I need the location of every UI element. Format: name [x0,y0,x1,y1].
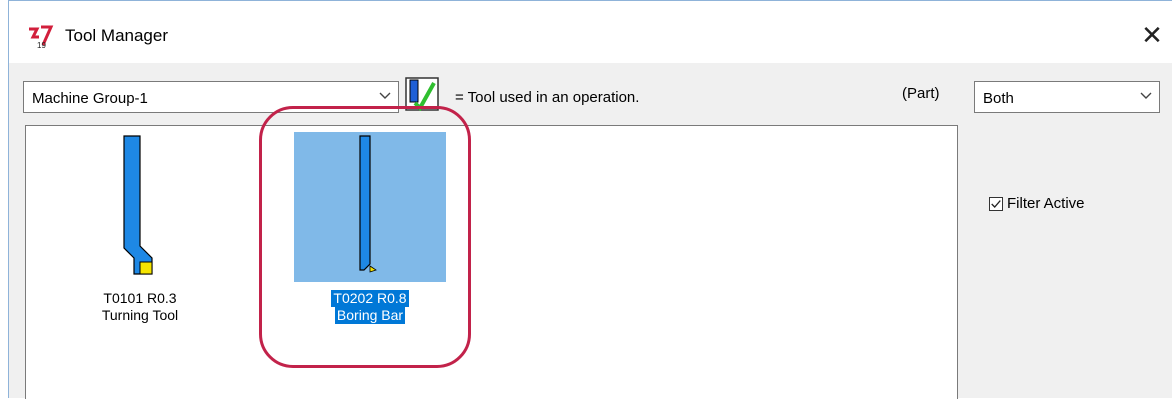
filter-mode-select[interactable]: Both [974,81,1160,113]
tool-caption: T0101 R0.3 Turning Tool [64,290,216,324]
turning-tool-icon [123,135,153,275]
tool-list[interactable]: T0101 R0.3 Turning Tool T0202 R0.8 Borin… [25,125,958,399]
close-icon[interactable]: ✕ [1138,21,1166,49]
tool-manager-window: 19 Tool Manager ✕ Machine Group-1 = Tool… [8,0,1172,399]
filter-mode-value: Both [983,90,1014,107]
tool-name-label: Turning Tool [101,307,179,323]
legend-text: = Tool used in an operation. [455,89,640,106]
chevron-down-icon [1140,92,1152,99]
filter-active-label: Filter Active [1007,195,1085,212]
tool-image [64,132,216,282]
checkbox-box[interactable] [989,196,1003,211]
svg-text:19: 19 [37,41,46,49]
filter-active-checkbox[interactable]: Filter Active [989,195,1085,212]
mastercam-logo-icon: 19 [29,25,54,49]
highlight-annotation-ring [259,106,471,368]
tool-number-label: T0101 R0.3 [103,290,177,306]
machine-group-value: Machine Group-1 [32,90,148,107]
tool-item-t0101[interactable]: T0101 R0.3 Turning Tool [64,132,216,324]
checkmark-icon [991,199,1001,208]
window-title: Tool Manager [65,26,169,45]
part-label: (Part) [902,85,940,102]
title-bar: 19 Tool Manager ✕ [9,1,1172,63]
chevron-down-icon [379,92,391,99]
